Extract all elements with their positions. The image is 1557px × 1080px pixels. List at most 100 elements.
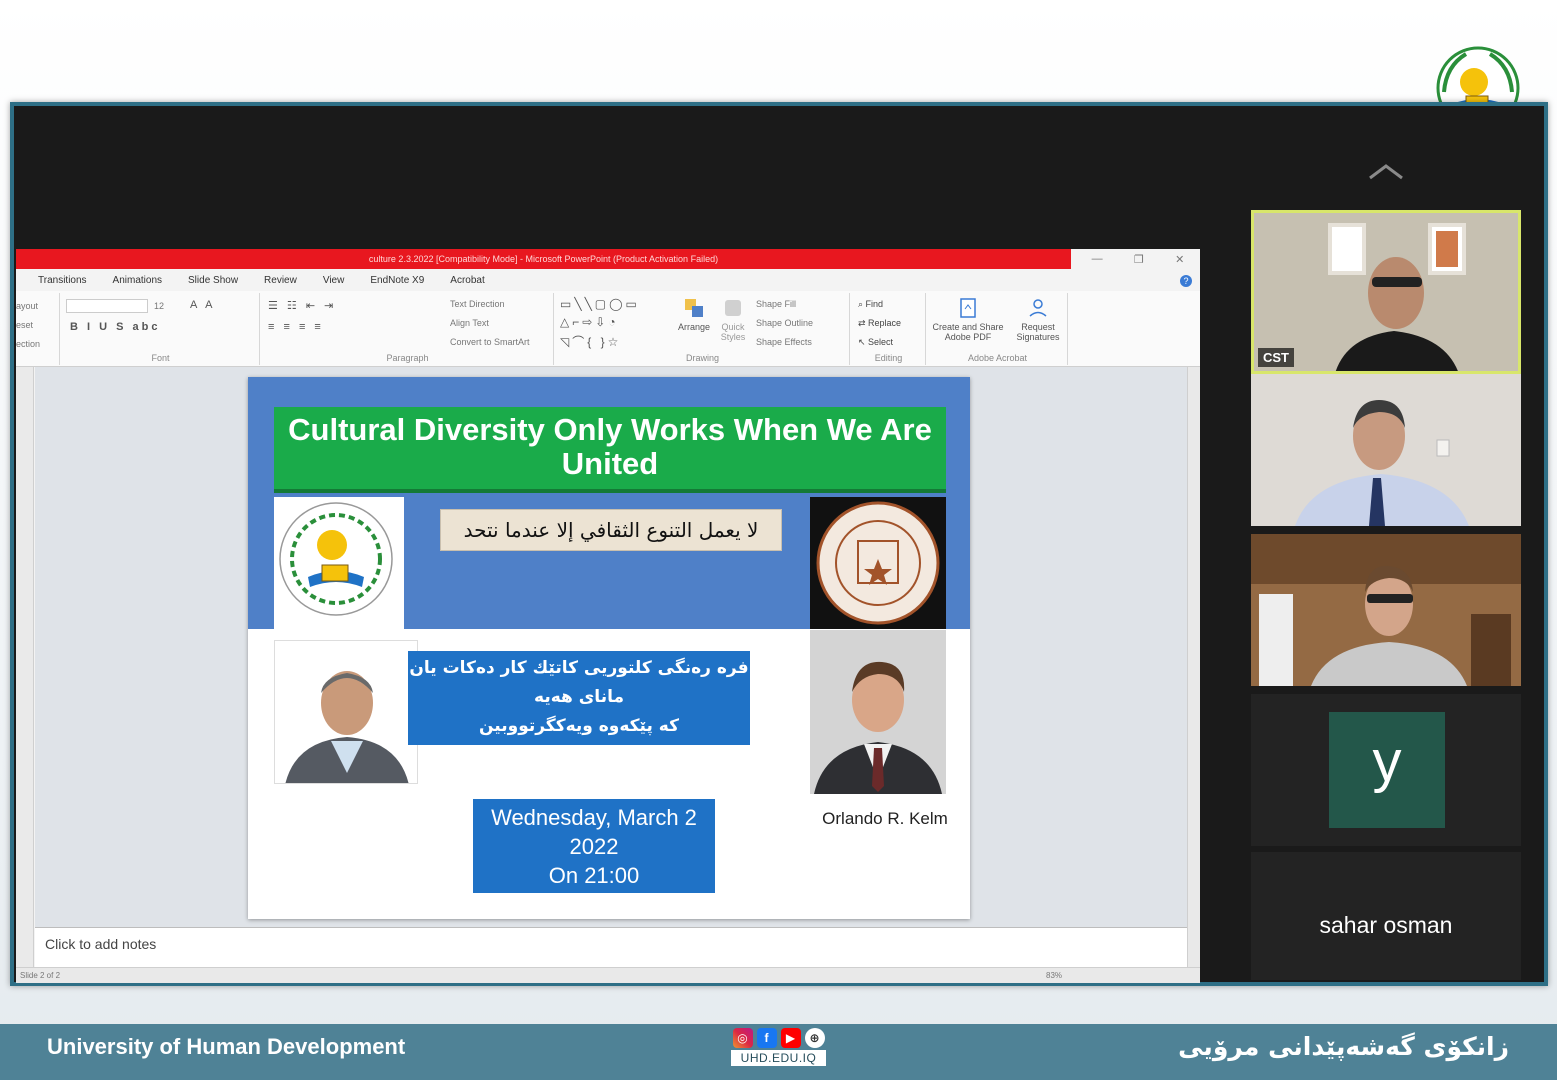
web-icon[interactable]: ⊕ [804, 1028, 825, 1048]
vertical-scrollbar[interactable] [1187, 367, 1200, 967]
ribbon-group-drawing: ▭╲╲▢◯▭ △⌐⇨⇩◔ ◹⌒{ }☆ Arrange Quick Styles… [556, 293, 850, 365]
ribbon-group-label: Adobe Acrobat [967, 353, 1028, 363]
ribbon-group-adobe: Create and Share Adobe PDF Request Signa… [928, 293, 1068, 365]
replace-button[interactable]: ⇄ Replace [858, 318, 901, 329]
participant-name: CST [1258, 348, 1294, 367]
align-text-button[interactable]: Align Text [450, 318, 489, 328]
participant-video [1254, 213, 1518, 371]
help-icon[interactable]: ? [1180, 275, 1192, 287]
participant-tile[interactable]: sahar osman [1251, 852, 1521, 980]
ribbon-group-label: Drawing [685, 353, 719, 363]
pdf-icon [960, 298, 976, 318]
find-label: Find [865, 299, 884, 309]
ribbon-section[interactable]: ection [16, 339, 40, 349]
font-name-box[interactable] [66, 299, 148, 313]
ut-austin-seal [816, 501, 940, 625]
shape-outline-button[interactable]: Shape Outline [756, 318, 813, 328]
shared-screen-powerpoint: culture 2.3.2022 [Compatibility Mode] - … [16, 249, 1200, 983]
select-label: Select [868, 337, 894, 347]
arrange-icon [685, 299, 703, 317]
list-icons[interactable]: ☰ ☷ ⇤ ⇥ [268, 299, 336, 312]
uhd-logo [279, 502, 393, 616]
slides-pane-collapsed[interactable] [16, 367, 34, 967]
ribbon-group-paragraph: ☰ ☷ ⇤ ⇥ ≡ ≡ ≡ ≡ Text Direction Align Tex… [262, 293, 554, 365]
shape-fill-button[interactable]: Shape Fill [756, 299, 796, 309]
restore-icon[interactable]: ❐ [1134, 253, 1144, 266]
convert-smartart-button[interactable]: Convert to SmartArt [450, 337, 530, 347]
select-button[interactable]: ↖ Select [858, 337, 893, 348]
tab-endnote[interactable]: EndNote X9 [370, 275, 424, 286]
quick-styles-button[interactable]: Quick Styles [716, 297, 750, 342]
website-url[interactable]: UHD.EDU.IQ [731, 1050, 826, 1066]
minimize-icon[interactable]: — [1092, 253, 1103, 265]
speaker-photo-right [810, 630, 946, 794]
ribbon-group-slides: ayout eset ection [16, 293, 60, 365]
shapes-gallery-row3[interactable]: ◹⌒{ }☆ [560, 333, 621, 350]
find-button[interactable]: ⌕ Find [858, 299, 883, 310]
ribbon-layout[interactable]: ayout [16, 301, 38, 311]
youtube-icon[interactable]: ▶ [780, 1028, 801, 1048]
tab-view[interactable]: View [323, 275, 345, 286]
footer-banner: University of Human Development ◎ f ▶ ⊕ … [0, 1024, 1557, 1080]
participant-tile[interactable]: y [1251, 694, 1521, 846]
create-share-pdf-button[interactable]: Create and Share Adobe PDF [930, 297, 1006, 342]
event-date-box: Wednesday, March 2 2022 On 21:00 [473, 799, 715, 893]
social-links: ◎ f ▶ ⊕ UHD.EDU.IQ [731, 1028, 826, 1074]
font-style-icons[interactable]: B I U S abc [70, 321, 160, 333]
participant-tile[interactable] [1251, 534, 1521, 686]
replace-label: Replace [868, 318, 902, 328]
participant-video [1251, 534, 1521, 686]
speaker-photo-left [274, 640, 418, 784]
quick-styles-icon [725, 300, 741, 316]
participant-video [1251, 374, 1521, 526]
kurdish-line-2: مانای هەیە [534, 687, 624, 707]
shapes-gallery-row2[interactable]: △⌐⇨⇩◔ [560, 315, 619, 329]
text-direction-button[interactable]: Text Direction [450, 299, 505, 309]
slide-count: Slide 2 of 2 [20, 971, 61, 980]
ribbon-group-label: Editing [874, 353, 903, 363]
status-bar: Slide 2 of 2 83% [16, 967, 1200, 983]
slide[interactable]: Cultural Diversity Only Works When We Ar… [248, 377, 970, 919]
shapes-gallery[interactable]: ▭╲╲▢◯▭ [560, 297, 640, 311]
chevron-up-icon[interactable] [1366, 160, 1406, 182]
participant-avatar: y [1329, 712, 1445, 828]
ribbon-group-font: 12 A A B I U S abc Font [62, 293, 260, 365]
zoom-level[interactable]: 83% [1046, 971, 1062, 980]
font-grow-shrink-icons[interactable]: A A [190, 299, 216, 311]
tab-acrobat[interactable]: Acrobat [450, 275, 484, 286]
signature-icon [1029, 299, 1047, 317]
slide-editing-canvas[interactable]: Cultural Diversity Only Works When We Ar… [35, 367, 1187, 927]
ribbon-group-editing: ⌕ Find ⇄ Replace ↖ Select Editing [852, 293, 926, 365]
facebook-icon[interactable]: f [756, 1028, 777, 1048]
speaker-name: Orlando R. Kelm [822, 809, 948, 828]
tab-slide-show[interactable]: Slide Show [188, 275, 238, 286]
close-icon[interactable]: ✕ [1175, 253, 1184, 266]
instagram-icon[interactable]: ◎ [732, 1028, 753, 1048]
ribbon-group-label: Paragraph [386, 353, 429, 363]
arrange-button[interactable]: Arrange [674, 297, 714, 332]
slide-title: Cultural Diversity Only Works When We Ar… [274, 407, 946, 493]
request-signatures-button[interactable]: Request Signatures [1010, 297, 1066, 342]
ribbon: ayout eset ection 12 A A B I U S abc Fon… [16, 291, 1200, 367]
participant-name: sahar osman [1319, 912, 1453, 938]
footer-university-name-ku: زانکۆی گەشەپێدانی مرۆیی [1178, 1032, 1509, 1061]
kurdish-line-1: فره رەنگی کلتوریی کاتێك کار دەکات یان [409, 658, 749, 678]
tab-review[interactable]: Review [264, 275, 297, 286]
participant-tile[interactable] [1251, 374, 1521, 526]
shape-effects-button[interactable]: Shape Effects [756, 337, 812, 347]
ribbon-reset[interactable]: eset [16, 320, 33, 330]
font-size-box[interactable]: 12 [154, 301, 164, 311]
tab-transitions[interactable]: Transitions [38, 275, 87, 286]
participant-tile-active[interactable]: CST [1251, 210, 1521, 374]
event-date-line-1: Wednesday, March 2 [491, 805, 697, 830]
slide-arabic-subtitle: لا يعمل التنوع الثقافي إلا عندما نتحد [440, 509, 782, 551]
ribbon-group-label: Font [151, 353, 170, 363]
kurdish-line-3: کە پێکەوە ویەکگرتووبین [479, 716, 679, 736]
uhd-logo-box [274, 497, 404, 629]
tab-animations[interactable]: Animations [113, 275, 162, 286]
event-date-line-2: 2022 [569, 834, 619, 859]
slide-kurdish-subtitle: فره رەنگی کلتوریی کاتێك کار دەکات یان ما… [408, 651, 750, 745]
zoom-meeting-window: culture 2.3.2022 [Compatibility Mode] - … [10, 102, 1548, 986]
align-icons[interactable]: ≡ ≡ ≡ ≡ [268, 321, 324, 333]
notes-pane[interactable]: Click to add notes [35, 927, 1187, 967]
